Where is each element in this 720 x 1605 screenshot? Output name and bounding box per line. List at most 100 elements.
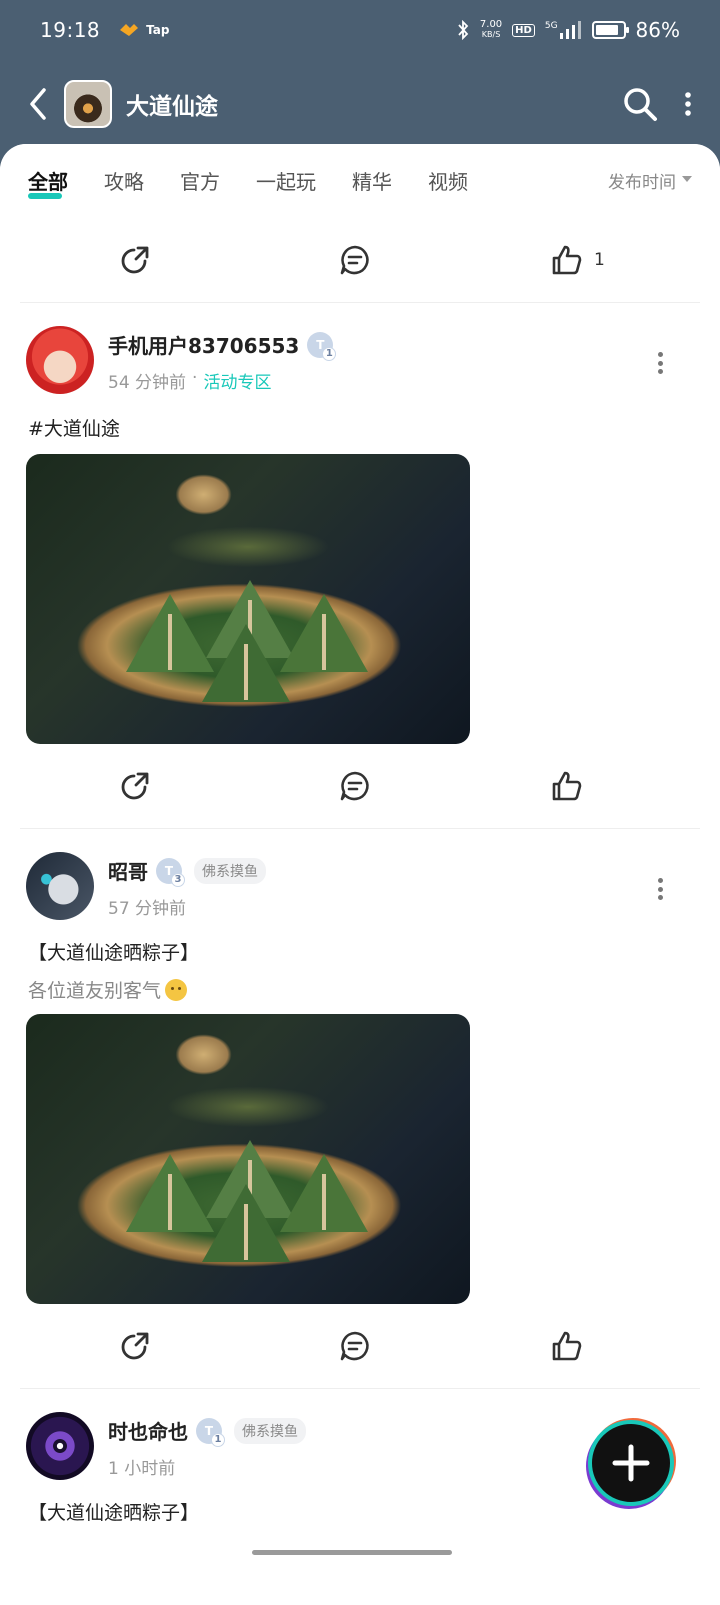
game-icon[interactable] (64, 80, 112, 128)
home-indicator[interactable] (252, 1550, 452, 1555)
back-arrow-icon (30, 88, 46, 120)
tap-label: Tap (146, 23, 170, 37)
thumbs-up-icon (552, 245, 582, 275)
signal-bars-icon (559, 21, 581, 39)
username[interactable]: 手机用户83706553 T1 (108, 330, 337, 361)
post-2-header: 昭哥 T3 佛系摸鱼 57 分钟前 (0, 852, 720, 922)
share-icon (121, 1332, 149, 1360)
tab-guides[interactable]: 攻略 (104, 166, 144, 195)
post-image[interactable] (26, 1014, 470, 1304)
username-text: 时也命也 (108, 1420, 188, 1444)
share-button[interactable] (118, 230, 152, 290)
comment-icon (340, 245, 369, 275)
comment-button[interactable] (338, 230, 372, 290)
post-divider (20, 828, 700, 829)
post-image[interactable] (26, 454, 470, 744)
post-meta: 1 小时前 (108, 1454, 175, 1479)
avatar[interactable] (26, 852, 94, 920)
game-header: 大道仙途 (0, 60, 720, 148)
battery-percent: 86% (635, 18, 680, 42)
content-panel: 全部 攻略 官方 一起玩 精华 视频 发布时间 1 手机用户83706553 T… (0, 144, 720, 1605)
level-number: 1 (211, 1432, 225, 1447)
zongzi-shape (126, 1154, 214, 1232)
share-button[interactable] (118, 756, 152, 816)
post-title[interactable]: 【大道仙途晒粽子】 (28, 938, 199, 965)
post-time: 57 分钟前 (108, 899, 187, 919)
zone-link[interactable]: 活动专区 (203, 368, 271, 393)
username-text: 手机用户83706553 (108, 334, 300, 358)
post-time: 1 小时前 (108, 1459, 176, 1479)
like-button[interactable] (550, 756, 584, 816)
post-divider (20, 302, 700, 303)
net-speed-value: 7.00 (479, 19, 503, 30)
tab-featured[interactable]: 精华 (352, 166, 392, 195)
dot (657, 352, 663, 357)
smile-emoji-icon (165, 978, 188, 1001)
thumbs-up-icon (552, 771, 582, 801)
sort-dropdown[interactable]: 发布时间 (608, 168, 692, 193)
user-tag: 佛系摸鱼 (234, 1417, 306, 1444)
dot (657, 895, 663, 900)
level-badge: T3 (156, 857, 185, 887)
comment-icon (340, 771, 369, 801)
tab-videos[interactable]: 视频 (428, 166, 468, 195)
tap-logo-icon (120, 24, 139, 36)
post-meta: 54 分钟前 · 活动专区 (108, 368, 271, 393)
zongzi-shape (202, 1184, 290, 1262)
level-number: 3 (171, 872, 185, 887)
tab-all[interactable]: 全部 (28, 166, 68, 199)
post-title[interactable]: #大道仙途 (28, 414, 120, 441)
dot (657, 369, 663, 374)
page-title: 大道仙途 (126, 94, 218, 120)
dot (657, 360, 663, 366)
zongzi-shape (126, 594, 214, 672)
avatar[interactable] (26, 1412, 94, 1480)
meta-separator: · (192, 368, 198, 388)
more-vertical-icon[interactable] (684, 91, 692, 117)
post-more-button[interactable] (656, 878, 664, 900)
comment-button[interactable] (338, 756, 372, 816)
tab-official[interactable]: 官方 (180, 166, 220, 195)
avatar[interactable] (26, 326, 94, 394)
comment-button[interactable] (338, 1316, 372, 1376)
level-number: 1 (322, 346, 337, 361)
net-speed: 7.00 KB/S (480, 20, 502, 40)
username-text: 昭哥 (108, 860, 148, 884)
add-post-button[interactable] (588, 1420, 674, 1506)
sort-label: 发布时间 (608, 172, 676, 193)
thumbs-up-icon (552, 1331, 582, 1361)
signal-indicator: 5G (545, 21, 582, 39)
level-badge: T1 (196, 1417, 225, 1447)
zongzi-shape (280, 594, 368, 672)
username[interactable]: 昭哥 T3 佛系摸鱼 (108, 856, 266, 887)
post-1-actions (0, 756, 720, 816)
tab-play-together[interactable]: 一起玩 (256, 166, 316, 195)
post-divider (20, 1388, 700, 1389)
dot (657, 886, 663, 892)
search-icon[interactable] (622, 86, 658, 122)
network-type: 5G (544, 21, 558, 31)
back-button[interactable] (28, 84, 56, 124)
header-actions (622, 86, 692, 122)
post-subtitle[interactable]: 各位道友别客气 (28, 976, 188, 1003)
comment-icon (340, 1331, 369, 1361)
tap-app-indicator: Tap (118, 22, 169, 38)
like-button[interactable]: 1 (550, 230, 605, 290)
zongzi-shape (280, 1154, 368, 1232)
username[interactable]: 时也命也 T1 佛系摸鱼 (108, 1416, 306, 1447)
post-1-header: 手机用户83706553 T1 54 分钟前 · 活动专区 (0, 326, 720, 396)
net-speed-unit: KB/S (481, 30, 501, 39)
post-more-button[interactable] (656, 352, 664, 374)
status-bar: 19:18 Tap 7.00 KB/S HD 5G 86% (0, 0, 720, 60)
category-tabs: 全部 攻略 官方 一起玩 精华 视频 发布时间 (0, 144, 720, 216)
post-subtitle-text: 各位道友别客气 (28, 980, 162, 1002)
post-time: 54 分钟前 (108, 373, 187, 393)
share-icon (121, 246, 149, 274)
share-button[interactable] (118, 1316, 152, 1376)
status-time: 19:18 (40, 18, 101, 42)
like-button[interactable] (550, 1316, 584, 1376)
post-title[interactable]: 【大道仙途晒粽子】 (28, 1498, 199, 1525)
battery-fill (595, 25, 618, 35)
hd-indicator: HD (512, 23, 535, 37)
zongzi-shape (202, 624, 290, 702)
